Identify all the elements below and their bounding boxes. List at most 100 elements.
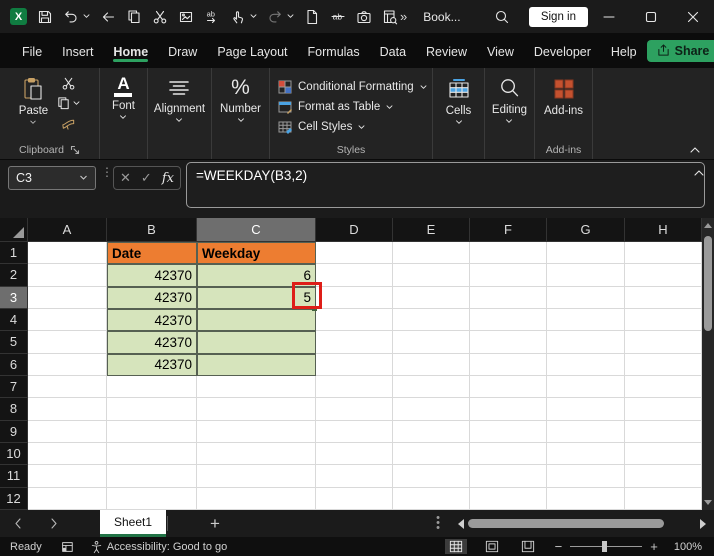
- cell-C6[interactable]: [197, 353, 316, 376]
- column-header-B[interactable]: B: [107, 218, 197, 242]
- cell-F2[interactable]: [470, 264, 547, 287]
- cell-H10[interactable]: [625, 442, 702, 466]
- cell-E1[interactable]: [393, 242, 470, 265]
- scroll-up-icon[interactable]: [704, 223, 712, 228]
- tab-insert[interactable]: Insert: [52, 37, 103, 65]
- vertical-scrollbar[interactable]: [702, 218, 714, 510]
- column-header-G[interactable]: G: [547, 218, 625, 242]
- cell-E9[interactable]: [393, 420, 470, 443]
- cell-G11[interactable]: [547, 465, 625, 488]
- cell-G9[interactable]: [547, 420, 625, 443]
- column-header-F[interactable]: F: [470, 218, 547, 242]
- undo-icon[interactable]: [62, 8, 79, 25]
- cell-D12[interactable]: [316, 487, 393, 510]
- cell-A8[interactable]: [28, 398, 107, 421]
- row-header-5[interactable]: 5: [0, 331, 28, 354]
- paste-special-icon[interactable]: [177, 8, 194, 25]
- column-header-C[interactable]: C: [197, 218, 316, 242]
- column-header-H[interactable]: H: [625, 218, 702, 242]
- cell-B7[interactable]: [107, 375, 197, 399]
- cell-B4[interactable]: 42370: [107, 308, 197, 332]
- share-button[interactable]: Share: [646, 39, 714, 62]
- row-header-10[interactable]: 10: [0, 442, 28, 466]
- cell-G2[interactable]: [547, 264, 625, 287]
- cell-F1[interactable]: [470, 242, 547, 265]
- cell-B6[interactable]: 42370: [107, 353, 197, 376]
- cell-A4[interactable]: [28, 308, 107, 332]
- cell-F7[interactable]: [470, 375, 547, 399]
- horizontal-scrollbar-thumb[interactable]: [468, 519, 664, 528]
- cell-H12[interactable]: [625, 487, 702, 510]
- previous-sheet-icon[interactable]: [0, 518, 36, 529]
- addins-button[interactable]: Add-ins: [544, 76, 583, 117]
- cell-G1[interactable]: [547, 242, 625, 265]
- cell-D4[interactable]: [316, 308, 393, 332]
- row-header-9[interactable]: 9: [0, 420, 28, 443]
- enter-icon[interactable]: ✓: [141, 170, 152, 186]
- cell-A1[interactable]: [28, 242, 107, 265]
- cell-H4[interactable]: [625, 308, 702, 332]
- sheet-tab-sheet1[interactable]: Sheet1: [100, 510, 167, 537]
- macro-record-icon[interactable]: [60, 540, 74, 554]
- maximize-icon[interactable]: [630, 0, 672, 33]
- tab-review[interactable]: Review: [416, 37, 477, 65]
- cell-D3[interactable]: [316, 286, 393, 309]
- collapse-ribbon-icon[interactable]: [690, 147, 700, 153]
- accessibility-status[interactable]: Accessibility: Good to go: [90, 540, 227, 554]
- new-sheet-icon[interactable]: +: [210, 514, 220, 534]
- cell-D9[interactable]: [316, 420, 393, 443]
- save-icon[interactable]: [36, 8, 53, 25]
- scroll-left-icon[interactable]: [458, 518, 464, 529]
- replace-icon[interactable]: ab: [203, 8, 220, 25]
- cell-G10[interactable]: [547, 442, 625, 466]
- row-header-6[interactable]: 6: [0, 353, 28, 376]
- conditional-formatting-button[interactable]: Conditional Formatting: [278, 80, 427, 94]
- row-header-8[interactable]: 8: [0, 398, 28, 421]
- cell-F11[interactable]: [470, 465, 547, 488]
- cell-B2[interactable]: 42370: [107, 264, 197, 287]
- cell-A9[interactable]: [28, 420, 107, 443]
- cell-C11[interactable]: [197, 465, 316, 488]
- cell-E3[interactable]: [393, 286, 470, 309]
- cell-H6[interactable]: [625, 353, 702, 376]
- cell-E6[interactable]: [393, 353, 470, 376]
- tab-view[interactable]: View: [477, 37, 524, 65]
- tab-draw[interactable]: Draw: [158, 37, 207, 65]
- cell-H8[interactable]: [625, 398, 702, 421]
- row-header-4[interactable]: 4: [0, 308, 28, 332]
- cell-E8[interactable]: [393, 398, 470, 421]
- tab-home[interactable]: Home: [103, 37, 158, 65]
- alignment-menu-button[interactable]: Alignment: [154, 76, 205, 123]
- tab-file[interactable]: File: [12, 37, 52, 65]
- cell-E4[interactable]: [393, 308, 470, 332]
- cell-C10[interactable]: [197, 442, 316, 466]
- touch-mode-dropdown-icon[interactable]: [250, 14, 257, 19]
- cell-F4[interactable]: [470, 308, 547, 332]
- tab-data[interactable]: Data: [370, 37, 416, 65]
- cell-A10[interactable]: [28, 442, 107, 466]
- back-icon[interactable]: [99, 8, 116, 25]
- view-page-break-icon[interactable]: [517, 539, 539, 554]
- select-all-corner[interactable]: [0, 218, 28, 242]
- cell-B9[interactable]: [107, 420, 197, 443]
- cell-A12[interactable]: [28, 487, 107, 510]
- zoom-in-icon[interactable]: +: [650, 539, 658, 554]
- cell-E5[interactable]: [393, 331, 470, 354]
- cell-B1[interactable]: Date: [107, 242, 197, 265]
- editing-menu-button[interactable]: Editing: [492, 76, 527, 124]
- minimize-icon[interactable]: [588, 0, 630, 33]
- view-normal-icon[interactable]: [444, 539, 467, 554]
- lookup-icon[interactable]: [381, 8, 398, 25]
- tab-page-layout[interactable]: Page Layout: [207, 37, 297, 65]
- cell-E12[interactable]: [393, 487, 470, 510]
- scroll-right-icon[interactable]: [700, 518, 706, 529]
- cell-B12[interactable]: [107, 487, 197, 510]
- cell-C7[interactable]: [197, 375, 316, 399]
- cell-D5[interactable]: [316, 331, 393, 354]
- copy-icon[interactable]: [125, 8, 142, 25]
- new-file-icon[interactable]: [303, 8, 320, 25]
- tab-developer[interactable]: Developer: [524, 37, 601, 65]
- row-header-3[interactable]: 3: [0, 286, 28, 309]
- cell-G5[interactable]: [547, 331, 625, 354]
- cell-F5[interactable]: [470, 331, 547, 354]
